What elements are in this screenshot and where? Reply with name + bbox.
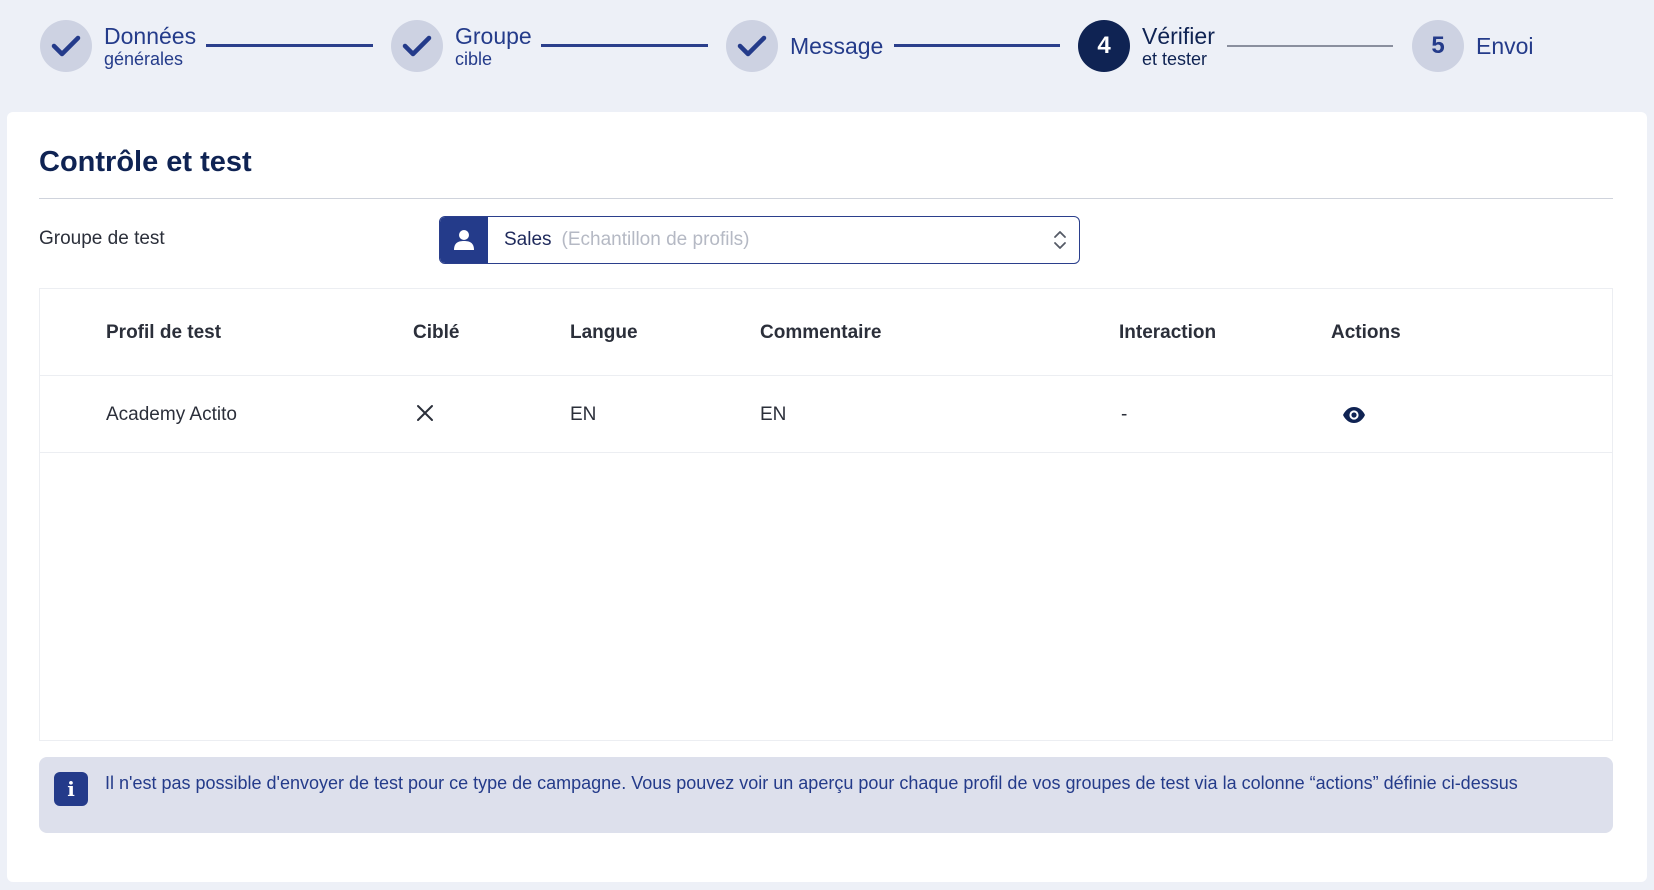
step-target-group[interactable]: Groupe cible: [391, 20, 532, 72]
check-icon: [40, 20, 92, 72]
step-verify-test[interactable]: 4 Vérifier et tester: [1078, 20, 1215, 72]
check-icon: [391, 20, 443, 72]
step-connector: [1227, 45, 1393, 47]
step-title: Données: [104, 23, 197, 49]
column-header-actions: Actions: [1331, 322, 1401, 343]
select-value: Sales: [504, 229, 552, 250]
profile-language: EN: [570, 404, 597, 425]
step-title: Envoi: [1476, 33, 1534, 59]
step-title: Message: [790, 33, 884, 59]
step-subtitle: générales: [104, 49, 184, 69]
step-number: 4: [1078, 20, 1130, 72]
test-group-label: Groupe de test: [39, 228, 165, 249]
column-header-profile[interactable]: Profil de test: [106, 322, 221, 344]
step-number: 5: [1412, 20, 1464, 72]
table-row: Academy Actito EN EN -: [40, 376, 1612, 453]
chevron-up-down-icon: [1053, 229, 1067, 256]
column-header-interaction[interactable]: Interaction: [1119, 322, 1216, 344]
step-subtitle: et tester: [1142, 49, 1208, 69]
profile-comment: EN: [760, 404, 787, 425]
column-header-comment[interactable]: Commentaire: [760, 322, 881, 344]
step-connector: [541, 44, 708, 47]
step-connector: [894, 44, 1060, 47]
profile-name: Academy Actito: [106, 404, 237, 425]
step-title: Groupe: [455, 23, 532, 49]
cross-icon: [416, 404, 434, 428]
user-icon: [440, 217, 488, 263]
info-icon: i: [54, 772, 88, 806]
step-connector: [206, 44, 373, 47]
column-header-language[interactable]: Langue: [570, 322, 638, 344]
control-test-card: Contrôle et test Groupe de test Sales (E…: [7, 112, 1647, 882]
step-message[interactable]: Message: [726, 20, 883, 72]
test-profiles-table: Profil de test Ciblé Langue Commentaire …: [39, 288, 1613, 741]
table-header: Profil de test Ciblé Langue Commentaire …: [40, 289, 1612, 376]
step-title: Vérifier: [1142, 23, 1215, 49]
step-subtitle: cible: [455, 49, 493, 69]
info-text: Il n'est pas possible d'envoyer de test …: [105, 773, 1518, 793]
check-icon: [726, 20, 778, 72]
info-banner: i Il n'est pas possible d'envoyer de tes…: [39, 757, 1613, 833]
select-hint: (Echantillon de profils): [561, 229, 750, 250]
step-general-data[interactable]: Données générales: [40, 20, 196, 72]
profile-interaction: -: [1121, 404, 1128, 425]
column-header-targeted[interactable]: Ciblé: [413, 322, 459, 344]
test-group-select[interactable]: Sales (Echantillon de profils): [439, 216, 1080, 264]
step-send[interactable]: 5 Envoi: [1412, 20, 1534, 72]
eye-icon[interactable]: [1342, 406, 1366, 430]
stepper: Données générales Groupe cible Message 4…: [0, 0, 1654, 112]
divider: [39, 198, 1613, 199]
page-title: Contrôle et test: [39, 146, 252, 178]
